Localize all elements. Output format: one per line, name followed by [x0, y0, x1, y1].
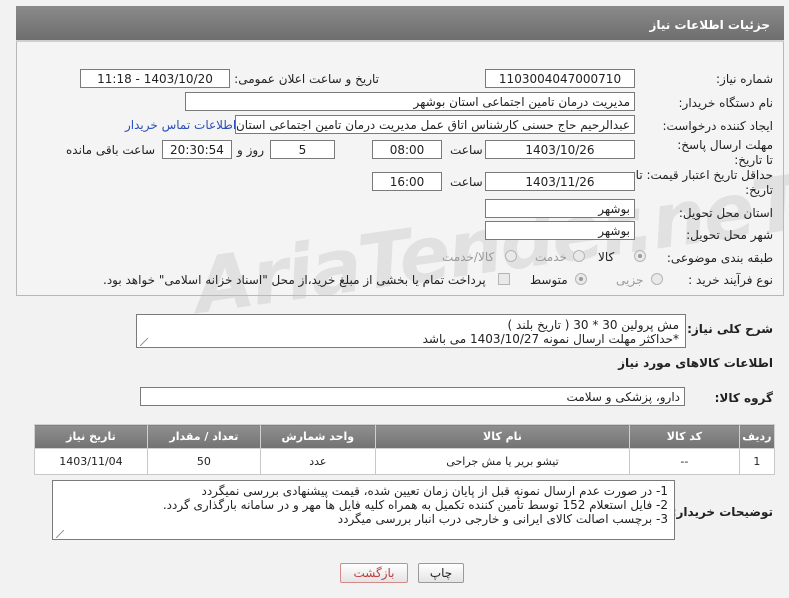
notes-resize-handle[interactable] — [56, 530, 64, 538]
process-medium-label: متوسط — [530, 273, 568, 287]
buyer-note-1: 1- در صورت عدم ارسال نمونه قبل از پایان … — [201, 484, 668, 498]
remaining-time-field[interactable]: 20:30:54 — [162, 140, 232, 159]
reply-time-field[interactable]: 08:00 — [372, 140, 442, 159]
description-line-2: *حداکثر مهلت ارسال نمونه 1403/10/27 می ب… — [422, 332, 679, 346]
col-code-header: کد کالا — [629, 424, 740, 449]
row-unit: عدد — [259, 448, 376, 475]
province-field[interactable]: بوشهر — [485, 199, 635, 218]
page-title: جزئیات اطلاعات نیاز — [16, 6, 784, 42]
row-name: تیشو بریر یا مش جراحی — [374, 448, 631, 475]
description-resize-handle[interactable] — [140, 338, 148, 346]
days-word: روز و — [237, 143, 264, 157]
row-number: 1 — [738, 448, 776, 475]
city-field[interactable]: بوشهر — [485, 221, 635, 240]
buyer-notes-field[interactable]: 1- در صورت عدم ارسال نمونه قبل از پایان … — [52, 480, 675, 540]
creator-label: ایجاد کننده درخواست: — [662, 119, 773, 133]
category-service-radio[interactable] — [573, 250, 585, 262]
process-type-label: نوع فرآیند خرید : — [688, 273, 773, 287]
description-field[interactable]: مش پرولین 30 * 30 ( تاریخ بلند ) *حداکثر… — [136, 314, 686, 348]
need-number-label: شماره نیاز: — [716, 72, 773, 86]
price-validity-label: حداقل تاریخ اعتبار قیمت: تا تاریخ: — [635, 168, 773, 197]
row-qty: 50 — [146, 448, 261, 475]
row-code: -- — [629, 448, 740, 475]
row-date: 1403/11/04 — [34, 448, 148, 475]
category-label: طبقه بندی موضوعی: — [666, 251, 773, 265]
description-line-1: مش پرولین 30 * 30 ( تاریخ بلند ) — [507, 318, 679, 332]
category-goods-label: کالا — [598, 250, 615, 264]
buyer-notes-label: توضیحات خریدار: — [671, 505, 773, 519]
print-button[interactable]: چاپ — [418, 563, 464, 583]
treasury-checkbox[interactable] — [498, 273, 510, 285]
buyer-note-2: 2- فایل استعلام 152 توسط تأمین کننده تکم… — [162, 498, 668, 512]
reply-deadline-label: مهلت ارسال پاسخ: تا تاریخ: — [677, 138, 773, 167]
need-number-field[interactable]: 1103004047000710 — [485, 69, 635, 88]
category-goods-radio[interactable] — [634, 250, 646, 262]
col-date-header: تاریخ نیاز — [34, 424, 148, 449]
goods-group-field[interactable]: دارو، پزشکی و سلامت — [140, 387, 685, 406]
creator-field[interactable]: عبدالرحیم حاج حسنی کارشناس اتاق عمل مدیر… — [235, 115, 635, 134]
reply-time-word: ساعت — [450, 143, 483, 157]
process-medium-radio[interactable] — [575, 273, 587, 285]
days-field[interactable]: 5 — [270, 140, 335, 159]
table-row: 1 -- تیشو بریر یا مش جراحی عدد 50 1403/1… — [34, 448, 776, 475]
price-time-field[interactable]: 16:00 — [372, 172, 442, 191]
col-name-header: نام کالا — [374, 424, 631, 449]
description-label: شرح کلی نیاز: — [687, 322, 773, 336]
table-header-row: ردیف کد کالا نام کالا واحد شمارش تعداد /… — [34, 424, 776, 449]
category-goods-service-label: کالا/خدمت — [442, 250, 495, 264]
contact-info-link[interactable]: اطلاعات تماس خریدار — [125, 118, 236, 132]
price-date-field[interactable]: 1403/11/26 — [485, 172, 635, 191]
category-goods-service-radio[interactable] — [505, 250, 517, 262]
city-label: شهر محل تحویل: — [686, 228, 773, 242]
category-service-label: خدمت — [535, 250, 567, 264]
remaining-word: ساعت باقی مانده — [66, 143, 156, 157]
price-time-word: ساعت — [450, 175, 483, 189]
items-table: ردیف کد کالا نام کالا واحد شمارش تعداد /… — [34, 424, 776, 475]
process-minor-label: جزیی — [616, 273, 644, 287]
col-row-header: ردیف — [738, 424, 776, 449]
reply-date-field[interactable]: 1403/10/26 — [485, 140, 635, 159]
province-label: استان محل تحویل: — [678, 206, 773, 220]
buyer-org-label: نام دستگاه خریدار: — [678, 96, 774, 110]
buyer-note-3: 3- برچسب اصالت کالای ایرانی و خارجی درب … — [337, 512, 668, 526]
treasury-note: پرداخت تمام یا بخشی از مبلغ خرید،از محل … — [103, 273, 486, 287]
goods-group-label: گروه کالا: — [714, 391, 773, 405]
back-button[interactable]: بازگشت — [340, 563, 408, 583]
process-minor-radio[interactable] — [651, 273, 663, 285]
col-unit-header: واحد شمارش — [259, 424, 376, 449]
buyer-org-field[interactable]: مدیریت درمان تامین اجتماعی استان بوشهر — [185, 92, 635, 111]
announce-field[interactable]: 1403/10/20 - 11:18 — [80, 69, 230, 88]
col-qty-header: تعداد / مقدار — [146, 424, 261, 449]
goods-section-title: اطلاعات کالاهای مورد نیاز — [618, 356, 773, 370]
announce-label: تاریخ و ساعت اعلان عمومی: — [234, 72, 379, 86]
